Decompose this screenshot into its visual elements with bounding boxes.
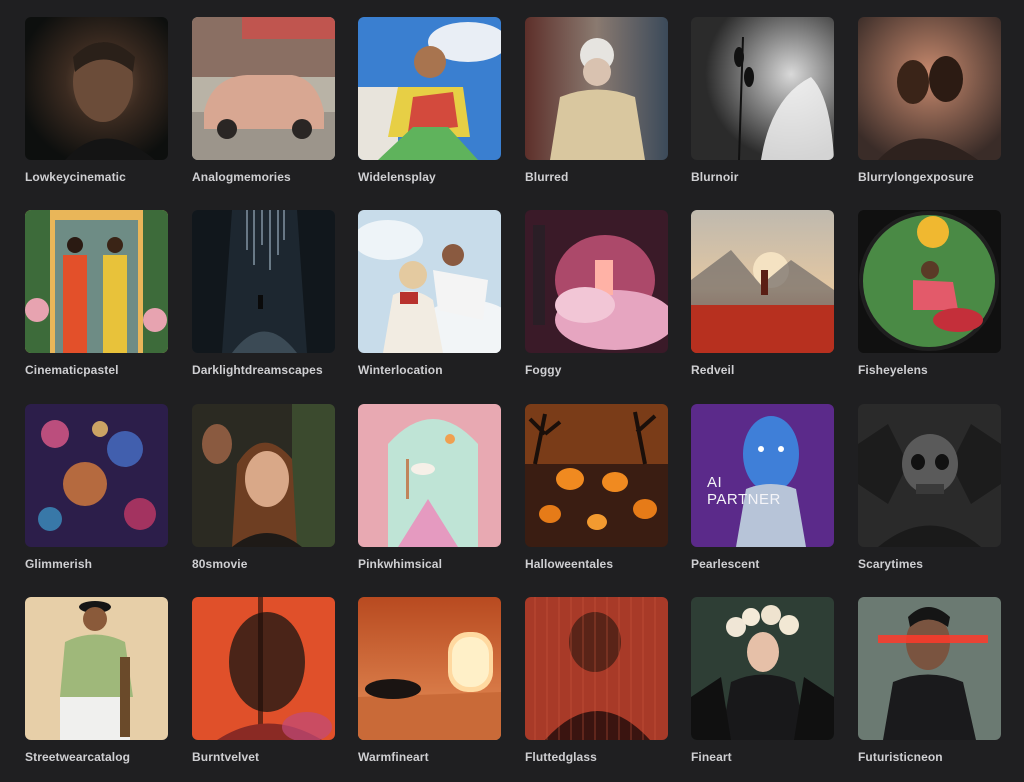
- style-label: Fluttedglass: [525, 750, 597, 764]
- style-card-widelensplay[interactable]: Widelensplay: [358, 17, 501, 184]
- style-label: Warmfineart: [358, 750, 429, 764]
- style-label: Blurred: [525, 170, 569, 184]
- style-thumbnail[interactable]: [358, 597, 501, 740]
- style-label: Futuristicneon: [858, 750, 943, 764]
- style-label: Pinkwhimsical: [358, 557, 442, 571]
- style-card-fluttedglass[interactable]: Fluttedglass: [525, 597, 668, 764]
- style-card-winterlocation[interactable]: Winterlocation: [358, 210, 501, 377]
- style-label: Blurnoir: [691, 170, 739, 184]
- style-card-fisheyelens[interactable]: Fisheyelens: [858, 210, 1001, 377]
- style-card-cinematicpastel[interactable]: Cinematicpastel: [25, 210, 168, 377]
- style-label: 80smovie: [192, 557, 248, 571]
- style-thumbnail[interactable]: [358, 404, 501, 547]
- style-thumbnail[interactable]: [25, 404, 168, 547]
- style-thumbnail[interactable]: [192, 597, 335, 740]
- style-label: Scarytimes: [858, 557, 924, 571]
- style-label: Pearlescent: [691, 557, 760, 571]
- style-thumbnail[interactable]: [691, 597, 834, 740]
- style-thumbnail[interactable]: [25, 210, 168, 353]
- style-card-pinkwhimsical[interactable]: Pinkwhimsical: [358, 404, 501, 571]
- style-card-burntvelvet[interactable]: Burntvelvet: [192, 597, 335, 764]
- style-label: Darklightdreamscapes: [192, 363, 323, 377]
- style-thumbnail[interactable]: [358, 17, 501, 160]
- style-card-scarytimes[interactable]: Scarytimes: [858, 404, 1001, 571]
- style-thumbnail[interactable]: AI PARTNER: [691, 404, 834, 547]
- style-card-analogmemories[interactable]: Analogmemories: [192, 17, 335, 184]
- style-card-lowkeycinematic[interactable]: Lowkeycinematic: [25, 17, 168, 184]
- style-thumbnail[interactable]: [525, 17, 668, 160]
- style-label: Glimmerish: [25, 557, 93, 571]
- style-label: Fisheyelens: [858, 363, 928, 377]
- style-label: Winterlocation: [358, 363, 443, 377]
- style-card-halloweentales[interactable]: Halloweentales: [525, 404, 668, 571]
- style-thumbnail[interactable]: [192, 17, 335, 160]
- style-card-blurred[interactable]: Blurred: [525, 17, 668, 184]
- style-card-blurrylongexposure[interactable]: Blurrylongexposure: [858, 17, 1001, 184]
- style-thumbnail[interactable]: [25, 17, 168, 160]
- style-grid: Lowkeycinematic Analogmemories Widelensp…: [0, 0, 1024, 782]
- style-label: Widelensplay: [358, 170, 436, 184]
- style-card-glimmerish[interactable]: Glimmerish: [25, 404, 168, 571]
- style-thumbnail[interactable]: [525, 404, 668, 547]
- style-thumbnail[interactable]: [525, 210, 668, 353]
- style-card-pearlescent[interactable]: AI PARTNER Pearlescent: [691, 404, 834, 571]
- style-thumbnail[interactable]: [192, 210, 335, 353]
- style-label: Burntvelvet: [192, 750, 260, 764]
- style-label: Halloweentales: [525, 557, 614, 571]
- style-card-futuristicneon[interactable]: Futuristicneon: [858, 597, 1001, 764]
- style-thumbnail[interactable]: [691, 17, 834, 160]
- style-thumbnail[interactable]: [858, 597, 1001, 740]
- style-label: Foggy: [525, 363, 562, 377]
- style-card-foggy[interactable]: Foggy: [525, 210, 668, 377]
- style-card-warmfineart[interactable]: Warmfineart: [358, 597, 501, 764]
- style-thumbnail[interactable]: [25, 597, 168, 740]
- style-card-fineart[interactable]: Fineart: [691, 597, 834, 764]
- style-label: Cinematicpastel: [25, 363, 119, 377]
- style-label: Lowkeycinematic: [25, 170, 126, 184]
- style-label: Blurrylongexposure: [858, 170, 974, 184]
- style-card-streetwearcatalog[interactable]: Streetwearcatalog: [25, 597, 168, 764]
- style-card-darklightdreamscapes[interactable]: Darklightdreamscapes: [192, 210, 335, 377]
- style-card-blurnoir[interactable]: Blurnoir: [691, 17, 834, 184]
- style-label: Analogmemories: [192, 170, 291, 184]
- style-label: Fineart: [691, 750, 732, 764]
- pearlescent-overlay-text: AI PARTNER: [707, 474, 781, 508]
- style-label: Redveil: [691, 363, 735, 377]
- style-thumbnail[interactable]: [858, 210, 1001, 353]
- style-thumbnail[interactable]: [858, 17, 1001, 160]
- style-thumbnail[interactable]: [691, 210, 834, 353]
- style-thumbnail[interactable]: [358, 210, 501, 353]
- style-thumbnail[interactable]: [858, 404, 1001, 547]
- style-thumbnail[interactable]: [192, 404, 335, 547]
- style-thumbnail[interactable]: [525, 597, 668, 740]
- style-card-redveil[interactable]: Redveil: [691, 210, 834, 377]
- style-card-80smovie[interactable]: 80smovie: [192, 404, 335, 571]
- style-label: Streetwearcatalog: [25, 750, 131, 764]
